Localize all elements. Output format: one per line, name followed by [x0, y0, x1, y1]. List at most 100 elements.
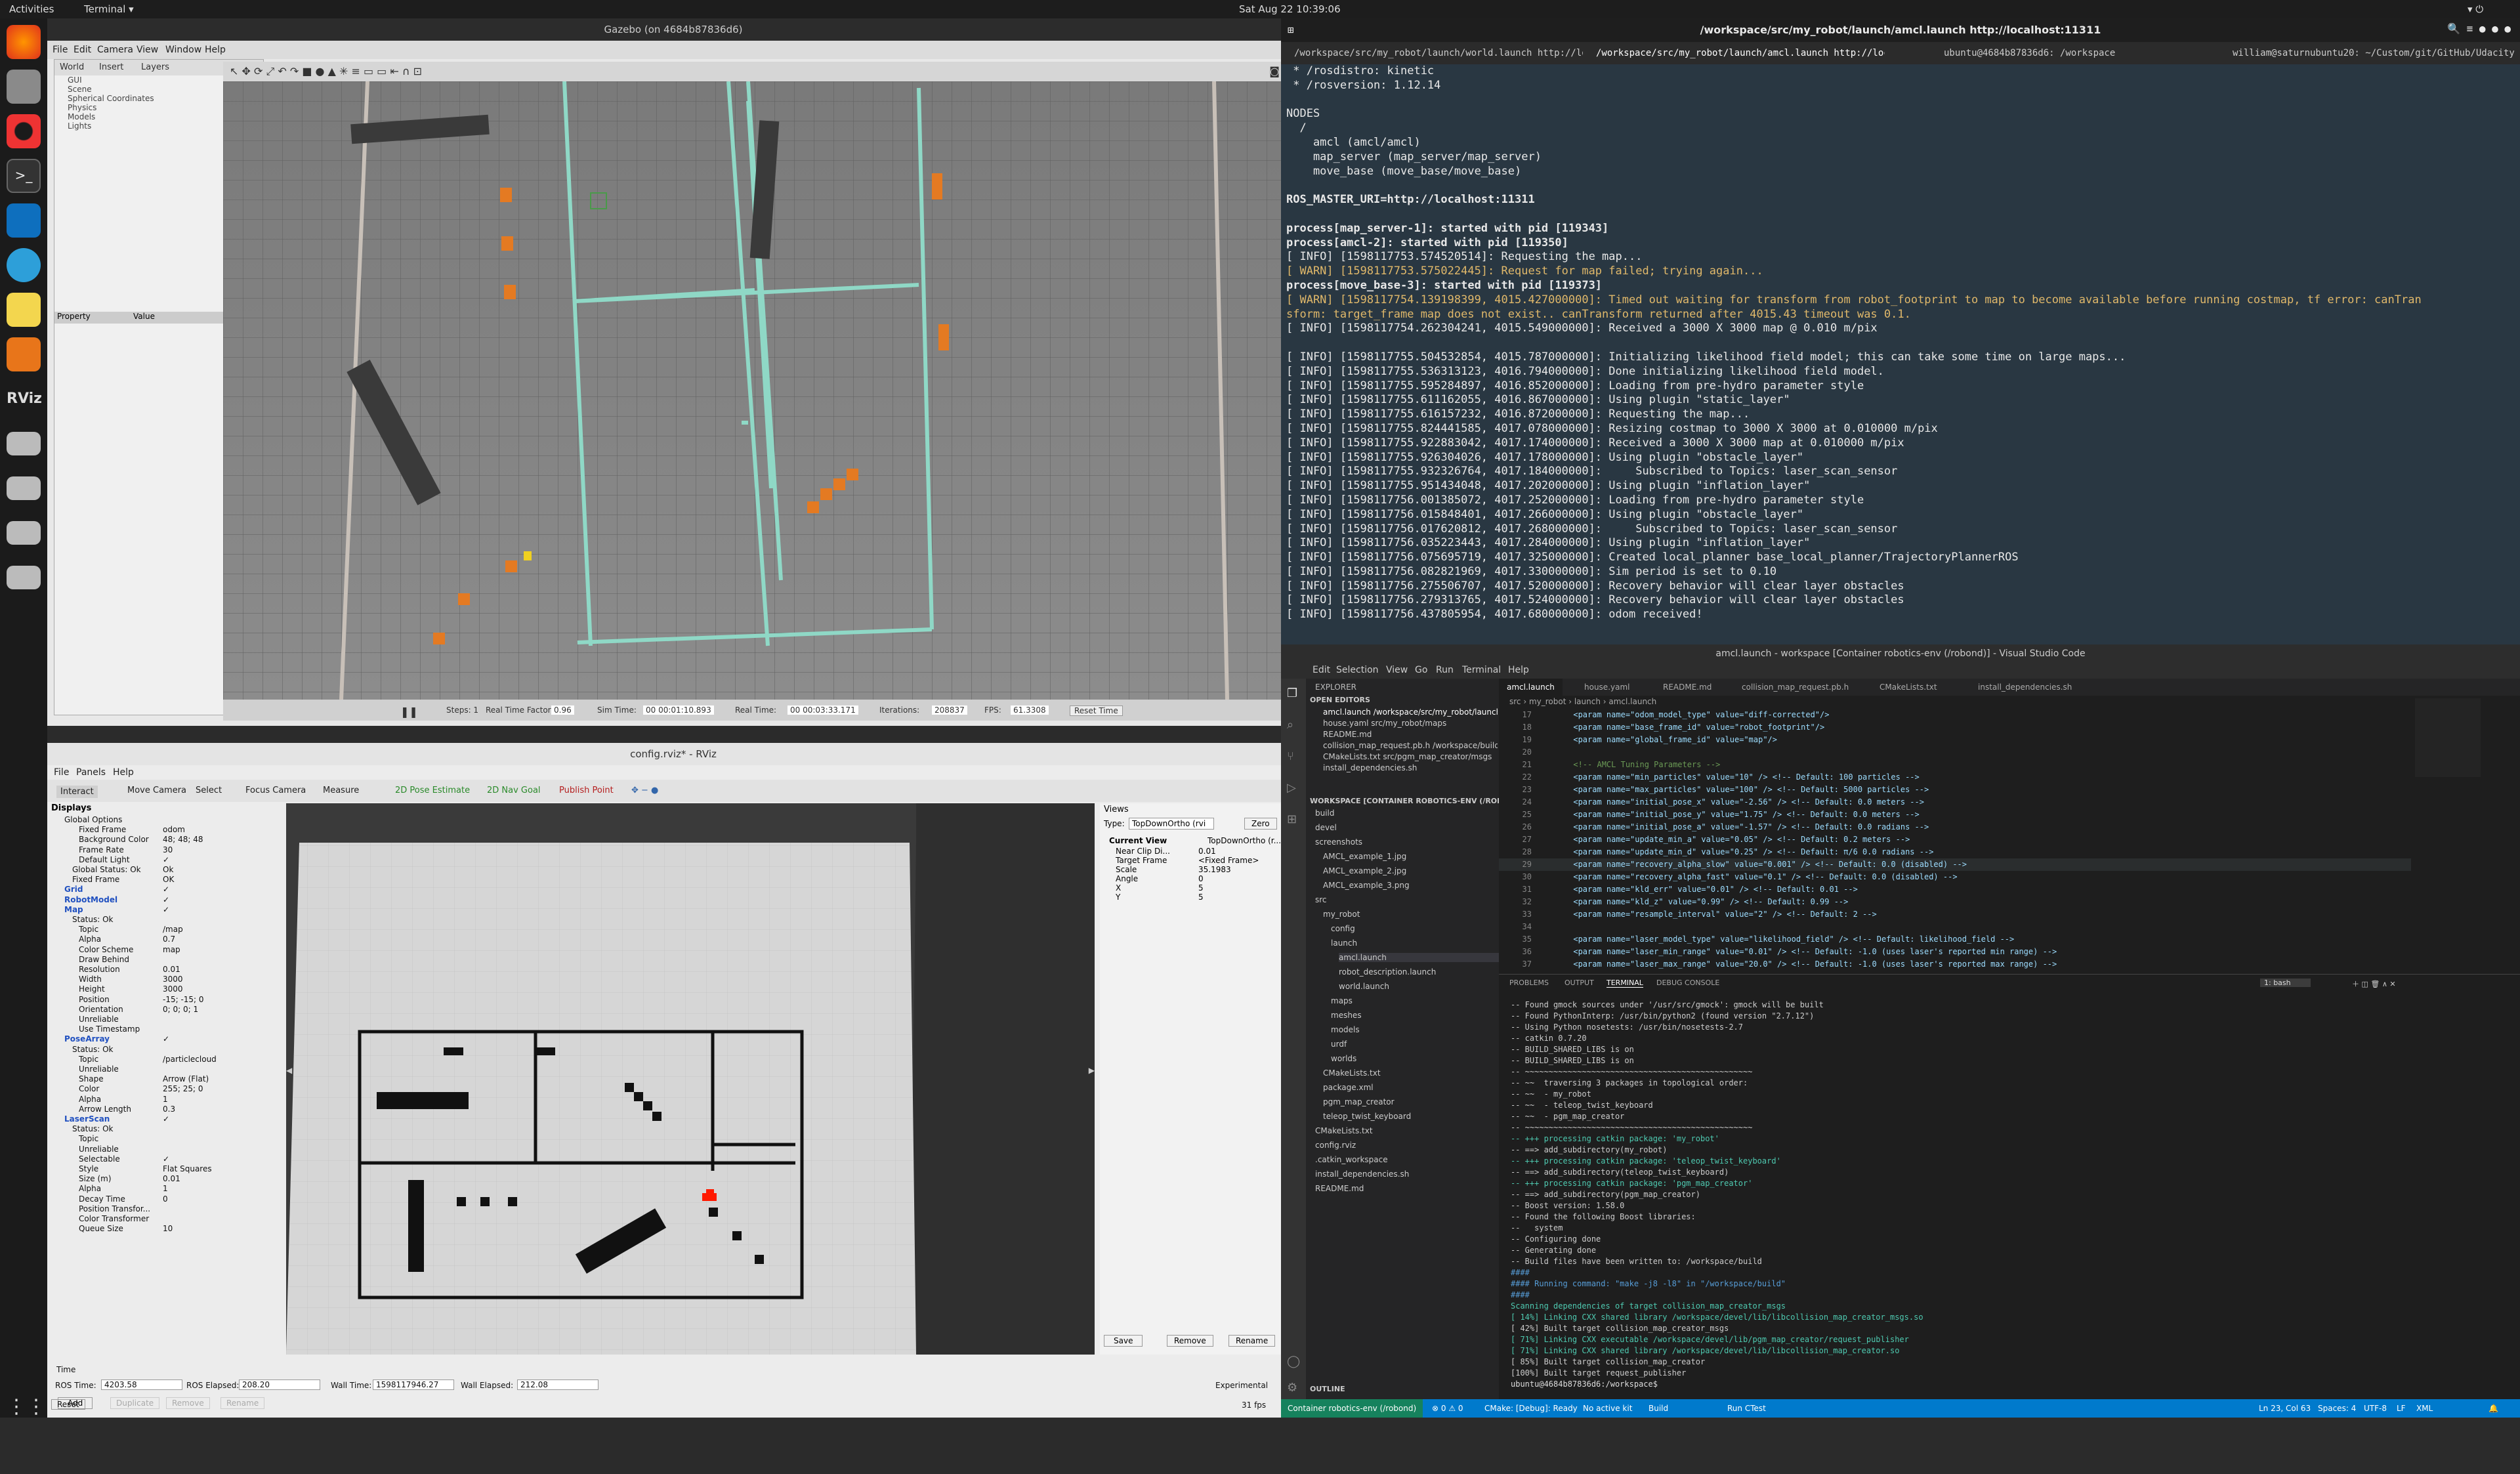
display-row[interactable]: Frame Rate 30: [51, 845, 274, 855]
reset-time-button[interactable]: Reset Time: [1070, 705, 1123, 716]
display-row[interactable]: Selectable ✓: [51, 1154, 274, 1164]
display-property-value[interactable]: 255; 25; 0: [163, 1084, 203, 1093]
select-tool-icon[interactable]: ↖ ✥ ⟳ ⤢ ↶ ↷ ■ ● ▲ ✳ ≡ ▭ ▭ ⇤ ∩ ⊡: [230, 65, 422, 78]
text-editor-icon[interactable]: [7, 293, 41, 327]
display-row[interactable]: Use Timestamp: [51, 1024, 274, 1034]
display-row[interactable]: Grid ✓: [51, 885, 274, 895]
display-property-value[interactable]: ✓: [163, 855, 169, 864]
file-tree-item[interactable]: amcl.launch: [1339, 953, 1509, 962]
display-property-value[interactable]: ✓: [163, 895, 169, 904]
cmake-status[interactable]: CMake: [Debug]: Ready: [1484, 1404, 1578, 1413]
rhythmbox-icon[interactable]: [7, 114, 41, 148]
file-tree-item[interactable]: package.xml: [1323, 1083, 1374, 1092]
remote-indicator[interactable]: Container robotics-env (/robond): [1281, 1399, 1423, 1418]
workspace-header[interactable]: WORKSPACE [CONTAINER ROBOTICS-ENV (/ROBO…: [1310, 797, 1499, 805]
display-row[interactable]: Topic: [51, 1134, 274, 1144]
collapse-right-icon[interactable]: ▶: [1089, 1066, 1095, 1075]
code-editor[interactable]: 17 <param name="odom_model_type" value="…: [1499, 709, 2411, 974]
zero-button[interactable]: Zero: [1244, 818, 1277, 830]
account-icon[interactable]: ◯: [1287, 1355, 1300, 1368]
display-row[interactable]: Color Transformer: [51, 1214, 274, 1224]
view-property-value[interactable]: 35.1983: [1198, 865, 1231, 874]
file-tree-item[interactable]: launch: [1331, 938, 1357, 948]
file-tree-item[interactable]: install_dependencies.sh: [1315, 1169, 1409, 1179]
file-tree-item[interactable]: CMakeLists.txt: [1315, 1126, 1373, 1135]
display-row[interactable]: Width 3000: [51, 975, 274, 984]
display-property-value[interactable]: 1: [163, 1095, 168, 1104]
display-row[interactable]: Global Options: [51, 815, 274, 825]
display-property-value[interactable]: ✓: [163, 885, 169, 894]
source-control-icon[interactable]: ⑂: [1287, 749, 1294, 763]
interact-tool[interactable]: Interact: [56, 786, 98, 798]
display-row[interactable]: Status: Ok: [51, 1045, 274, 1055]
select-tool[interactable]: Select: [196, 786, 222, 795]
measure-tool[interactable]: Measure: [323, 786, 359, 795]
display-row[interactable]: Default Light ✓: [51, 855, 274, 865]
file-tree-item[interactable]: robot_description.launch: [1339, 967, 1436, 977]
menu-file[interactable]: File: [54, 767, 69, 778]
drive-icon[interactable]: [7, 521, 41, 545]
nav-goal-tool[interactable]: 2D Nav Goal: [487, 786, 541, 795]
editor-tab[interactable]: README.md: [1663, 683, 1712, 692]
display-row[interactable]: Style Flat Squares: [51, 1164, 274, 1174]
view-property-value[interactable]: 0.01: [1198, 847, 1216, 856]
drive-icon[interactable]: [7, 476, 41, 500]
display-property-value[interactable]: 0; 0; 0; 1: [163, 1005, 198, 1014]
display-row[interactable]: Draw Behind: [51, 955, 274, 965]
settings-icon[interactable]: ⚙: [1287, 1381, 1297, 1395]
problems-count[interactable]: ⊗ 0 ⚠ 0: [1432, 1404, 1463, 1413]
display-property-value[interactable]: 3000: [163, 975, 183, 984]
gazebo-viewport[interactable]: ↖ ✥ ⟳ ⤢ ↶ ↷ ■ ● ▲ ✳ ≡ ▭ ▭ ⇤ ∩ ⊡ ◙ ▣: [223, 62, 1299, 721]
open-editor-item[interactable]: CMakeLists.txt src/pgm_map_creator/msgs: [1323, 752, 1498, 761]
display-row[interactable]: Alpha 0.7: [51, 935, 274, 944]
display-row[interactable]: LaserScan ✓: [51, 1114, 274, 1124]
display-property-value[interactable]: 0.3: [163, 1105, 175, 1114]
menu-go[interactable]: Go: [1415, 665, 1427, 675]
minimap[interactable]: [2415, 698, 2481, 777]
display-row[interactable]: Decay Time 0: [51, 1194, 274, 1204]
display-row[interactable]: RobotModel ✓: [51, 895, 274, 905]
tab-output[interactable]: OUTPUT: [1564, 979, 1594, 987]
language-mode[interactable]: XML: [2416, 1404, 2433, 1413]
display-row[interactable]: PoseArray ✓: [51, 1034, 274, 1044]
display-row[interactable]: Fixed Frame odom: [51, 825, 274, 835]
display-row[interactable]: Unreliable: [51, 1145, 274, 1154]
display-property-value[interactable]: 0: [163, 1194, 168, 1204]
file-tree-item[interactable]: config: [1331, 924, 1355, 933]
remmina-icon[interactable]: [7, 248, 41, 282]
remove-view-button[interactable]: Remove: [1167, 1335, 1213, 1347]
menu-view[interactable]: View: [136, 45, 158, 55]
tab-problems[interactable]: PROBLEMS: [1509, 979, 1549, 987]
display-property-value[interactable]: map: [163, 945, 180, 954]
display-property-value[interactable]: 48; 48; 48: [163, 835, 203, 844]
menu-terminal[interactable]: Terminal: [1462, 665, 1501, 675]
file-tree-item[interactable]: pgm_map_creator: [1323, 1097, 1395, 1106]
line-endings[interactable]: LF: [2397, 1404, 2406, 1413]
file-tree-item[interactable]: my_robot: [1323, 910, 1360, 919]
display-row[interactable]: Global Status: Ok Ok: [51, 865, 274, 875]
window-controls-icon[interactable]: 🔍 ≡ ● ● ●: [2447, 22, 2511, 35]
menu-window[interactable]: Window: [165, 45, 201, 55]
app-menu[interactable]: Terminal ▾: [84, 3, 134, 15]
menu-file[interactable]: File: [52, 45, 68, 55]
file-tree-item[interactable]: devel: [1315, 823, 1337, 832]
editor-tab[interactable]: install_dependencies.sh: [1978, 683, 2072, 692]
extensions-icon[interactable]: ⊞: [1287, 812, 1297, 826]
menu-view[interactable]: View: [1386, 665, 1408, 675]
clock[interactable]: Sat Aug 22 10:39:06: [1239, 3, 1341, 15]
tab-layers[interactable]: Layers: [141, 62, 169, 72]
display-row[interactable]: Topic/map: [51, 925, 274, 935]
menu-edit[interactable]: Edit: [74, 45, 91, 55]
file-tree-item[interactable]: teleop_twist_keyboard: [1323, 1112, 1411, 1121]
vscode-icon[interactable]: [7, 203, 41, 238]
open-editor-item[interactable]: README.md: [1323, 730, 1498, 739]
add-tool-icon[interactable]: ✥ − ●: [631, 786, 658, 795]
menu-help[interactable]: Help: [205, 45, 226, 55]
firefox-icon[interactable]: [7, 25, 41, 59]
bell-icon[interactable]: 🔔: [2488, 1404, 2498, 1413]
display-property-value[interactable]: ✓: [163, 1114, 169, 1124]
display-property-value[interactable]: 3000: [163, 984, 183, 994]
display-row[interactable]: Arrow Length 0.3: [51, 1105, 274, 1114]
file-tree-item[interactable]: CMakeLists.txt: [1323, 1068, 1381, 1078]
tab-terminal[interactable]: TERMINAL: [1606, 979, 1643, 988]
